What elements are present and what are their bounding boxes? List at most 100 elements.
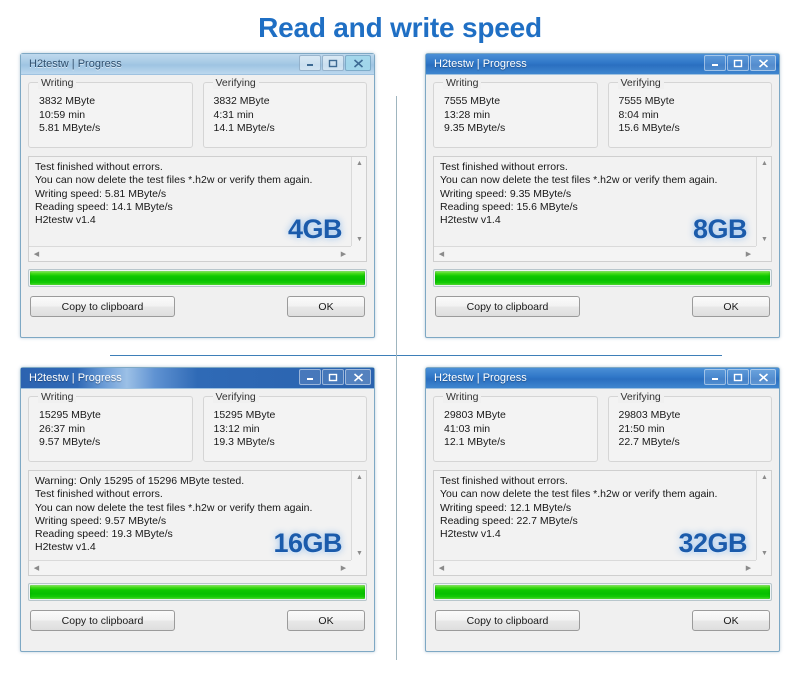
vertical-scrollbar[interactable]: ▲ ▼ <box>351 471 366 560</box>
window-body: Writing 29803 MByte 41:03 min 12.1 MByte… <box>426 389 779 640</box>
log-box[interactable]: Test finished without errors. You can now… <box>433 470 772 576</box>
horizontal-scrollbar[interactable]: ◀ ▶ <box>434 246 756 261</box>
writing-size: 15295 MByte <box>39 409 101 421</box>
horizontal-scrollbar[interactable]: ◀ ▶ <box>434 560 756 575</box>
writing-time: 13:28 min <box>444 108 491 121</box>
close-icon[interactable] <box>750 369 776 385</box>
writing-group: Writing 15295 MByte 26:37 min 9.57 MByte… <box>28 391 193 462</box>
copy-to-clipboard-button[interactable]: Copy to clipboard <box>30 610 175 631</box>
h2testw-window-16gb[interactable]: H2testw | Progress Writing 15295 MByte 2… <box>20 367 375 652</box>
capacity-label: 4GB <box>287 214 343 244</box>
ok-button[interactable]: OK <box>287 610 365 631</box>
h2testw-window-8gb[interactable]: H2testw | Progress Writing 7555 MByte 13… <box>425 53 780 338</box>
scroll-right-arrow-icon[interactable]: ▶ <box>741 562 756 575</box>
close-icon[interactable] <box>345 369 371 385</box>
verifying-speed: 14.1 MByte/s <box>213 122 275 134</box>
scroll-up-arrow-icon[interactable]: ▲ <box>352 471 367 484</box>
scroll-up-arrow-icon[interactable]: ▲ <box>757 471 772 484</box>
writing-size: 29803 MByte <box>444 409 506 421</box>
log-box[interactable]: Test finished without errors. You can now… <box>433 156 772 262</box>
scroll-right-arrow-icon[interactable]: ▶ <box>336 248 351 261</box>
verifying-speed: 15.6 MByte/s <box>618 122 680 134</box>
progress-bar-fill <box>30 585 365 599</box>
scroll-down-arrow-icon[interactable]: ▼ <box>757 233 772 246</box>
horizontal-scrollbar[interactable]: ◀ ▶ <box>29 246 351 261</box>
verifying-group: Verifying 3832 MByte 4:31 min 14.1 MByte… <box>202 77 367 148</box>
window-body: Writing 15295 MByte 26:37 min 9.57 MByte… <box>21 389 374 640</box>
progress-bar <box>433 583 772 601</box>
page-root: Read and write speed H2testw | Progress <box>0 0 800 681</box>
verifying-size: 15295 MByte <box>213 409 276 421</box>
writing-group: Writing 3832 MByte 10:59 min 5.81 MByte/… <box>28 77 193 148</box>
verifying-time: 8:04 min <box>618 108 659 121</box>
window-title: H2testw | Progress <box>434 372 527 384</box>
log-line: You can now delete the test files *.h2w … <box>35 501 313 514</box>
scroll-right-arrow-icon[interactable]: ▶ <box>336 562 351 575</box>
scroll-up-arrow-icon[interactable]: ▲ <box>757 157 772 170</box>
verifying-time: 13:12 min <box>213 422 260 435</box>
h2testw-window-4gb[interactable]: H2testw | Progress Writing 3832 MByte 10… <box>20 53 375 338</box>
log-line: Test finished without errors. <box>440 161 568 173</box>
verifying-group-label: Verifying <box>212 77 259 89</box>
progress-bar-fill <box>435 271 770 285</box>
horizontal-scrollbar[interactable]: ◀ ▶ <box>29 560 351 575</box>
ok-button[interactable]: OK <box>692 610 770 631</box>
scroll-left-arrow-icon[interactable]: ◀ <box>434 562 449 575</box>
window-controls <box>299 369 371 385</box>
horizontal-divider <box>110 355 722 356</box>
verifying-size: 3832 MByte <box>213 95 270 107</box>
vertical-scrollbar[interactable]: ▲ ▼ <box>756 157 771 246</box>
log-line: Writing speed: 5.81 MByte/s <box>35 187 167 200</box>
scroll-down-arrow-icon[interactable]: ▼ <box>757 547 772 560</box>
scroll-down-arrow-icon[interactable]: ▼ <box>352 547 367 560</box>
vertical-scrollbar[interactable]: ▲ ▼ <box>351 157 366 246</box>
verifying-speed: 19.3 MByte/s <box>213 436 275 448</box>
h2testw-window-32gb[interactable]: H2testw | Progress Writing 29803 MByte 4… <box>425 367 780 652</box>
capacity-label: 16GB <box>273 528 342 558</box>
scroll-up-arrow-icon[interactable]: ▲ <box>352 157 367 170</box>
maximize-icon[interactable] <box>322 55 344 71</box>
scroll-left-arrow-icon[interactable]: ◀ <box>434 248 449 261</box>
maximize-icon[interactable] <box>727 369 749 385</box>
button-row: Copy to clipboard OK <box>433 610 772 633</box>
minimize-icon[interactable] <box>299 55 321 71</box>
close-icon[interactable] <box>345 55 371 71</box>
progress-bar-fill <box>30 271 365 285</box>
writing-time: 26:37 min <box>39 422 86 435</box>
verifying-time: 4:31 min <box>213 108 254 121</box>
stats-row: Writing 7555 MByte 13:28 min 9.35 MByte/… <box>433 77 772 148</box>
ok-button[interactable]: OK <box>287 296 365 317</box>
verifying-group-label: Verifying <box>617 391 664 403</box>
log-line: You can now delete the test files *.h2w … <box>440 174 718 187</box>
title-bar[interactable]: H2testw | Progress <box>426 368 779 389</box>
capacity-label: 8GB <box>692 214 748 244</box>
progress-bar-fill <box>435 585 770 599</box>
scroll-left-arrow-icon[interactable]: ◀ <box>29 562 44 575</box>
minimize-icon[interactable] <box>704 369 726 385</box>
log-line: Test finished without errors. <box>440 475 568 487</box>
copy-to-clipboard-button[interactable]: Copy to clipboard <box>435 296 580 317</box>
scroll-down-arrow-icon[interactable]: ▼ <box>352 233 367 246</box>
minimize-icon[interactable] <box>704 55 726 71</box>
vertical-scrollbar[interactable]: ▲ ▼ <box>756 471 771 560</box>
close-icon[interactable] <box>750 55 776 71</box>
copy-to-clipboard-button[interactable]: Copy to clipboard <box>435 610 580 631</box>
window-controls <box>704 55 776 71</box>
title-bar[interactable]: H2testw | Progress <box>21 54 374 75</box>
window-body: Writing 3832 MByte 10:59 min 5.81 MByte/… <box>21 75 374 326</box>
log-line: Reading speed: 22.7 MByte/s <box>440 514 578 527</box>
maximize-icon[interactable] <box>322 369 344 385</box>
maximize-icon[interactable] <box>727 55 749 71</box>
scroll-left-arrow-icon[interactable]: ◀ <box>29 248 44 261</box>
scroll-right-arrow-icon[interactable]: ▶ <box>741 248 756 261</box>
title-bar[interactable]: H2testw | Progress <box>426 54 779 75</box>
log-box[interactable]: Test finished without errors. You can now… <box>28 156 367 262</box>
copy-to-clipboard-button[interactable]: Copy to clipboard <box>30 296 175 317</box>
title-bar[interactable]: H2testw | Progress <box>21 368 374 389</box>
stats-row: Writing 15295 MByte 26:37 min 9.57 MByte… <box>28 391 367 462</box>
minimize-icon[interactable] <box>299 369 321 385</box>
button-row: Copy to clipboard OK <box>28 610 367 633</box>
log-box[interactable]: Warning: Only 15295 of 15296 MByte teste… <box>28 470 367 576</box>
writing-group: Writing 7555 MByte 13:28 min 9.35 MByte/… <box>433 77 598 148</box>
ok-button[interactable]: OK <box>692 296 770 317</box>
